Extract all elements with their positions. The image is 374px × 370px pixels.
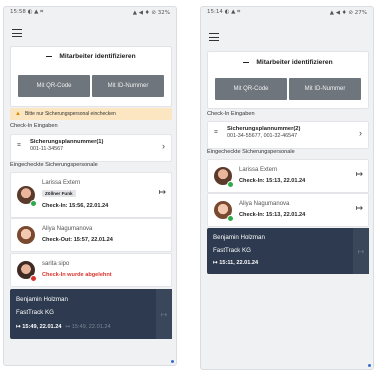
person-time: Check-In: 15:56, 22.01.24	[42, 203, 109, 209]
hamburger-icon[interactable]	[209, 33, 219, 42]
active-person-card[interactable]: Benjamin Holzman FastTrack KG ↦ 15:49, 2…	[10, 289, 172, 339]
status-indicators: ▲ ◀ ♦ ⊘ 32%	[132, 9, 170, 16]
person-name: Aliya Nagumanova	[239, 201, 290, 207]
company-name: FastTrack KG	[213, 247, 251, 254]
checkin-label: Check-In Eingaben	[207, 111, 255, 117]
id-number-button[interactable]: Mit ID-Nummer	[92, 75, 164, 97]
checked-in-label: Eingecheckte Sicherungspersonale	[207, 149, 295, 155]
warning-banner: ▲ Bitte nur Sicherungspersonal einchecke…	[10, 108, 172, 120]
chevron-right-icon[interactable]: ›	[359, 128, 362, 138]
logout-icon[interactable]: ↦	[355, 203, 363, 214]
right-phone-screen: 15:14 ◐ ▲ ⌗ ▲ ◀ ♦ ⊘ 27% Mitarbeiter iden…	[200, 6, 374, 370]
clipboard-icon: ⌗	[17, 142, 21, 149]
plan-numbers: 001-34-55677, 001-32-46547	[227, 133, 298, 139]
chevron-right-icon[interactable]: ›	[162, 141, 165, 151]
status-bar: 15:14 ◐ ▲ ⌗ ▲ ◀ ♦ ⊘ 27%	[201, 7, 373, 18]
indicator-dot	[171, 360, 174, 363]
warning-text: Bitte nur Sicherungspersonal einchecken	[24, 111, 116, 117]
person-name: Larissa Extern	[239, 167, 278, 173]
hamburger-icon[interactable]	[12, 29, 22, 38]
person-name: Aliya Nagumanova	[42, 226, 93, 232]
status-time: 15:58 ◐ ▲ ⌗	[10, 9, 44, 15]
status-dot-icon	[30, 275, 37, 282]
person-card[interactable]: Larissa Extern Check-In: 15:13, 22.01.24…	[207, 159, 369, 193]
person-card[interactable]: Aliya Nagumanova Check-In: 15:13, 22.01.…	[207, 193, 369, 227]
qr-code-button[interactable]: Mit QR-Code	[215, 78, 287, 100]
qr-code-button[interactable]: Mit QR-Code	[18, 75, 90, 97]
person-time: ↦ 15:11, 22.01.24	[213, 260, 259, 266]
status-dot-icon	[227, 181, 234, 188]
identify-title[interactable]: Mitarbeiter identifizieren	[11, 53, 171, 60]
person-time: Check-Out: 15:57, 22.01.24	[42, 237, 113, 243]
active-person-card[interactable]: Benjamin Holzman FastTrack KG ↦ 15:11, 2…	[207, 228, 369, 274]
id-number-button[interactable]: Mit ID-Nummer	[289, 78, 361, 100]
status-dot-icon	[227, 215, 234, 222]
checkin-label: Check-In Eingaben	[10, 123, 58, 129]
plan-title: Sicherungsplannummer(2)	[227, 126, 301, 132]
person-card[interactable]: Larissa Extern Zöllner Funk Check-In: 15…	[10, 172, 172, 218]
logout-icon[interactable]: ↦	[353, 228, 369, 274]
warning-icon: ▲	[15, 111, 21, 117]
identify-card: Mitarbeiter identifizieren Mit QR-Code M…	[10, 46, 172, 107]
person-card[interactable]: sarita sipo Check-In wurde abgelehnt	[10, 253, 172, 287]
person-time: ↦ 15:49, 22.01.24 ↦ 15:49, 22.01.24	[16, 324, 111, 330]
indicator-dot	[368, 364, 371, 367]
person-time: Check-In wurde abgelehnt	[42, 272, 112, 278]
avatar	[17, 226, 35, 244]
left-phone-screen: 15:58 ◐ ▲ ⌗ ▲ ◀ ♦ ⊘ 32% Mitarbeiter iden…	[3, 6, 177, 366]
logout-icon[interactable]: ↦	[158, 187, 166, 198]
company-badge: Zöllner Funk	[42, 190, 76, 197]
company-name: FastTrack KG	[16, 309, 54, 316]
plan-numbers: 001-11-34567	[30, 146, 64, 152]
plan-title: Sicherungsplannummer(1)	[30, 139, 104, 145]
status-dot-icon	[30, 200, 37, 207]
clipboard-icon: ⌗	[214, 129, 218, 136]
checked-in-label: Eingecheckte Sicherungspersonale	[10, 162, 98, 168]
person-time: Check-In: 15:13, 22.01.24	[239, 178, 306, 184]
person-name: Benjamin Holzman	[16, 296, 68, 303]
person-name: sarita sipo	[42, 261, 70, 267]
logout-icon[interactable]: ↦	[156, 289, 172, 339]
person-card[interactable]: Aliya Nagumanova Check-Out: 15:57, 22.01…	[10, 218, 172, 252]
plan-card[interactable]: ⌗ Sicherungsplannummer(1) 001-11-34567 ›	[10, 134, 172, 162]
status-bar: 15:58 ◐ ▲ ⌗ ▲ ◀ ♦ ⊘ 32%	[4, 7, 176, 18]
person-name: Benjamin Holzman	[213, 234, 265, 241]
identify-card: Mitarbeiter identifizieren Mit QR-Code M…	[207, 51, 369, 109]
plan-card[interactable]: ⌗ Sicherungsplannummer(2) 001-34-55677, …	[207, 121, 369, 149]
status-indicators: ▲ ◀ ♦ ⊘ 27%	[329, 9, 367, 16]
logout-icon[interactable]: ↦	[355, 169, 363, 180]
person-name: Larissa Extern	[42, 180, 81, 186]
status-time: 15:14 ◐ ▲ ⌗	[207, 9, 241, 15]
identify-title[interactable]: Mitarbeiter identifizieren	[208, 59, 368, 66]
person-time: Check-In: 15:13, 22.01.24	[239, 212, 306, 218]
